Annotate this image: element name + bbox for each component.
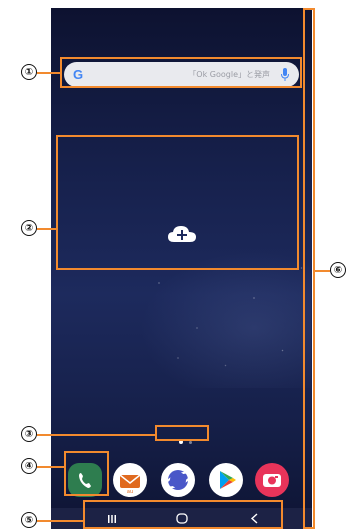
annotation-box-search (60, 57, 302, 88)
annotation-box-screen (303, 8, 315, 529)
leader-line-6 (315, 270, 330, 272)
annotation-box-widget (56, 135, 299, 270)
leader-line-4 (37, 466, 64, 468)
callout-5: ⑤ (21, 512, 37, 528)
leader-line-1 (37, 72, 60, 74)
callout-4: ④ (21, 458, 37, 474)
play-store-app-icon[interactable] (209, 463, 243, 497)
internet-app-icon[interactable] (161, 463, 195, 497)
callout-2: ② (21, 220, 37, 236)
au-mail-app-icon[interactable]: au (113, 463, 147, 497)
leader-line-3 (37, 434, 155, 436)
svg-text:au: au (127, 489, 133, 495)
annotation-box-navbar (83, 500, 283, 529)
annotation-box-phone-app (64, 451, 109, 496)
annotation-box-indicator (155, 425, 209, 441)
callout-6: ⑥ (330, 262, 346, 278)
leader-line-2 (37, 228, 56, 230)
leader-line-5 (37, 520, 83, 522)
callout-3: ③ (21, 426, 37, 442)
callout-1: ① (21, 64, 37, 80)
camera-app-icon[interactable] (255, 463, 289, 497)
